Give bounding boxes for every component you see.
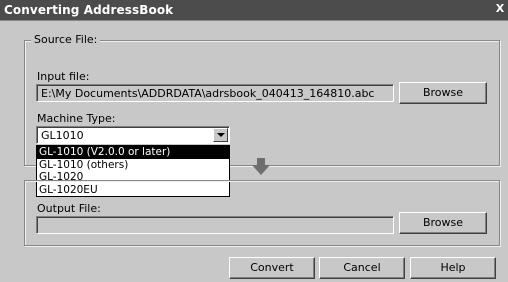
input-browse-button[interactable]: Browse	[399, 82, 487, 104]
input-file-field[interactable]: E:\My Documents\ADDRDATA\adrsbook_040413…	[36, 84, 394, 102]
input-file-label: Input file:	[37, 70, 90, 83]
output-file-label: Output File:	[37, 202, 101, 215]
output-file-field[interactable]	[36, 216, 394, 234]
convert-button[interactable]: Convert	[229, 257, 315, 279]
dropdown-option[interactable]: GL-1010 (others)	[37, 159, 229, 172]
machine-type-label: Machine Type:	[37, 112, 116, 125]
chevron-down-icon[interactable]	[213, 128, 228, 142]
down-arrow-icon	[252, 158, 270, 175]
machine-type-value: GL1010	[41, 129, 84, 142]
source-file-legend: Source File:	[31, 33, 101, 46]
window-title: Converting AddressBook	[4, 3, 174, 17]
dropdown-option[interactable]: GL-1010 (V2.0.0 or later)	[37, 146, 229, 159]
machine-type-select[interactable]: GL1010	[36, 126, 230, 144]
help-button[interactable]: Help	[410, 257, 496, 279]
title-bar: Converting AddressBook X	[0, 0, 508, 21]
close-icon[interactable]: X	[492, 2, 508, 16]
cancel-button[interactable]: Cancel	[319, 257, 405, 279]
output-browse-button[interactable]: Browse	[399, 212, 487, 234]
